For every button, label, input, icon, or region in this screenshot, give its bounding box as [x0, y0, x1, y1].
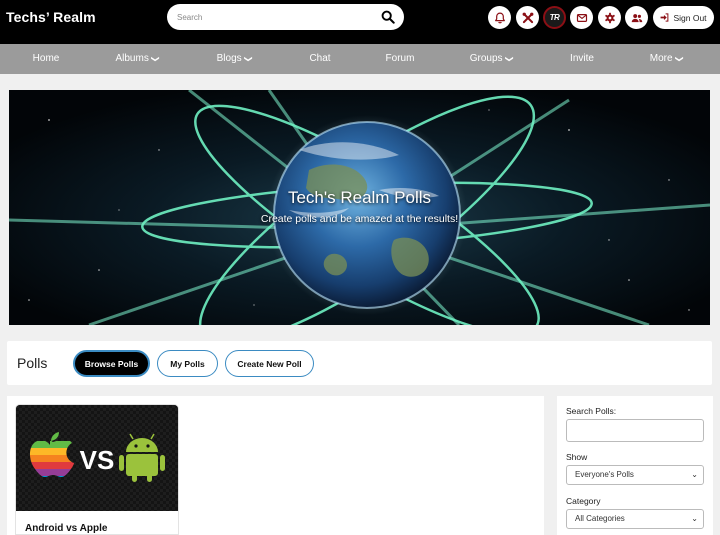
- tr-badge-logo: TR: [549, 13, 560, 22]
- nav-item-label: Chat: [309, 53, 331, 64]
- nav-item-chat[interactable]: Chat: [309, 44, 330, 74]
- sign-out-button[interactable]: Sign Out: [653, 6, 714, 29]
- poll-card[interactable]: VS Android vs Apple: [15, 404, 179, 535]
- vs-text: VS: [80, 445, 115, 475]
- gear-icon: [604, 12, 615, 23]
- polls-toolbar: Polls Browse Polls My Polls Create New P…: [7, 341, 712, 385]
- top-header: Techs’ Realm TR: [0, 0, 720, 44]
- sign-out-icon: [661, 13, 669, 22]
- poll-filters-sidebar: Search Polls: Show Everyone's Polls ⌄ Ca…: [557, 396, 713, 535]
- category-label: Category: [566, 496, 601, 506]
- settings-button[interactable]: [598, 6, 621, 29]
- nav-item-invite[interactable]: Invite: [570, 44, 594, 74]
- my-polls-button[interactable]: My Polls: [157, 350, 218, 377]
- notifications-button[interactable]: [488, 6, 511, 29]
- search-icon[interactable]: [381, 10, 395, 24]
- nav-item-albums[interactable]: Albums ❯: [115, 44, 160, 74]
- show-label: Show: [566, 452, 588, 462]
- sign-out-label: Sign Out: [673, 12, 707, 23]
- poll-card-title[interactable]: Android vs Apple: [25, 523, 107, 534]
- browse-polls-button[interactable]: Browse Polls: [73, 350, 150, 377]
- banner-subtitle: Create polls and be amazed at the result…: [260, 213, 459, 225]
- main-nav: Home Albums ❯ Blogs ❯ Chat Forum Groups ❯ I…: [0, 44, 720, 74]
- search-box: [167, 4, 404, 30]
- site-title[interactable]: Techs’ Realm: [6, 9, 96, 25]
- nav-item-forum[interactable]: Forum: [386, 44, 415, 74]
- polls-banner: Tech's Realm Polls Create polls and be a…: [9, 90, 710, 325]
- polls-list: VS Android vs Apple: [7, 396, 544, 535]
- chevron-down-icon: ❯: [151, 55, 161, 63]
- show-select-value: Everyone's Polls: [575, 470, 634, 479]
- search-input[interactable]: [177, 10, 367, 24]
- tools-icon: [522, 12, 533, 23]
- chevron-down-icon: ⌄: [691, 470, 698, 479]
- show-select[interactable]: Everyone's Polls ⌄: [566, 465, 704, 485]
- category-select[interactable]: All Categories ⌄: [566, 509, 704, 529]
- nav-item-label: Home: [32, 53, 60, 64]
- poll-thumbnail[interactable]: VS: [16, 405, 178, 511]
- search-polls-input[interactable]: [566, 419, 704, 442]
- nav-item-home[interactable]: Home: [33, 44, 60, 74]
- polls-heading: Polls: [17, 355, 48, 371]
- nav-item-more[interactable]: More ❯: [650, 44, 684, 74]
- banner-title: Tech's Realm Polls: [287, 188, 432, 207]
- users-icon: [631, 13, 642, 22]
- friends-button[interactable]: [625, 6, 648, 29]
- nav-item-blogs[interactable]: Blogs ❯: [217, 44, 253, 74]
- tr-badge-button[interactable]: TR: [543, 6, 566, 29]
- chevron-down-icon: ❯: [244, 55, 254, 63]
- chevron-down-icon: ❯: [674, 55, 684, 63]
- chevron-down-icon: ⌄: [691, 514, 698, 523]
- nav-item-groups[interactable]: Groups ❯: [470, 44, 514, 74]
- bell-icon: [494, 12, 505, 23]
- create-new-poll-button[interactable]: Create New Poll: [225, 350, 314, 377]
- search-polls-label: Search Polls:: [566, 406, 617, 416]
- nav-item-label: Invite: [570, 53, 594, 64]
- android-vs-apple-image: VS: [16, 405, 178, 511]
- envelope-icon: [576, 13, 587, 22]
- nav-item-label: Forum: [385, 53, 415, 64]
- chevron-down-icon: ❯: [504, 55, 514, 63]
- messages-button[interactable]: [570, 6, 593, 29]
- tools-button[interactable]: [516, 6, 539, 29]
- category-select-value: All Categories: [575, 514, 625, 523]
